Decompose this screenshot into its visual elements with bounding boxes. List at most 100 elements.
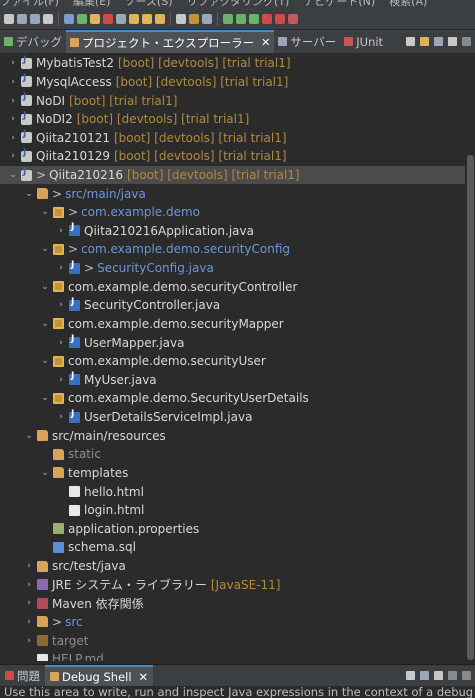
tree-item[interactable]: ⌄ > com.example.demo.securityConfig — [0, 240, 465, 259]
chevron-right-icon[interactable]: › — [8, 114, 18, 124]
chevron-down-icon[interactable]: ⌄ — [40, 244, 50, 254]
chevron-right-icon[interactable]: › — [8, 77, 18, 87]
open-type-icon[interactable] — [176, 13, 186, 24]
resume-icon[interactable] — [77, 13, 87, 24]
chevron-right-icon[interactable]: › — [24, 617, 34, 627]
tree-item[interactable]: › NoDI[boot] [trial trial1] — [0, 91, 465, 110]
chevron-right-icon[interactable]: › — [24, 598, 34, 608]
tree-item[interactable]: ⌄ > src/main/java — [0, 184, 465, 203]
tree-item[interactable]: ⌄ com.example.demo.securityMapper — [0, 315, 465, 334]
view-menu-icon[interactable] — [448, 37, 457, 46]
tree-item[interactable]: › Qiita210129[boot] [devtools] [trial tri… — [0, 147, 465, 166]
tree-item[interactable]: static — [0, 445, 465, 464]
debug-shell-hint[interactable]: Use this area to write, run and inspect … — [4, 686, 475, 698]
tree-item[interactable]: › NoDI2[boot] [devtools] [trial trial1] — [0, 110, 465, 129]
execute-icon[interactable] — [434, 671, 443, 680]
chevron-right-icon[interactable]: › — [56, 300, 66, 310]
external-tools-icon[interactable] — [275, 13, 285, 24]
chevron-right-icon[interactable]: › — [24, 561, 34, 571]
tab-junit[interactable]: JUnit — [340, 30, 387, 53]
tree-item[interactable]: login.html — [0, 501, 465, 520]
tree-item[interactable]: › >SecurityConfig.java — [0, 259, 465, 278]
tab-debug-shell[interactable]: Debug Shell ✕ — [45, 665, 154, 686]
chevron-right-icon[interactable]: › — [8, 58, 18, 68]
step-into-icon[interactable] — [129, 13, 139, 24]
chevron-down-icon[interactable]: ⌄ — [40, 319, 50, 329]
minimize-icon[interactable] — [462, 37, 471, 46]
chevron-down-icon[interactable]: ⌄ — [8, 170, 18, 180]
menu-item[interactable]: ナビゲート(N) — [303, 0, 375, 8]
tree-item[interactable]: › UserDetailsServiceImpl.java — [0, 408, 465, 427]
tab-project-explorer[interactable]: プロジェクト・エクスプローラー ✕ — [66, 30, 275, 53]
clear-icon[interactable] — [448, 671, 457, 680]
project-explorer-tree[interactable]: ›MybatisTest2[boot] [devtools] [trial tr… — [0, 54, 465, 661]
chevron-down-icon[interactable]: ⌄ — [40, 468, 50, 478]
tree-item[interactable]: › MyUser.java — [0, 371, 465, 390]
tree-item[interactable]: › Qiita210121[boot] [devtools] [trial tri… — [0, 128, 465, 147]
disconnect-icon[interactable] — [116, 13, 126, 24]
menu-item[interactable]: リファクタリング(T) — [186, 0, 289, 8]
close-icon[interactable]: ✕ — [261, 36, 270, 49]
tree-item[interactable]: ⌄ >Qiita210216[boot] [devtools] [trial tr… — [0, 165, 465, 185]
menu-item[interactable]: ソース(S) — [124, 0, 172, 8]
print-icon[interactable] — [43, 13, 53, 24]
tree-item[interactable]: › UserMapper.java — [0, 333, 465, 352]
tree-item[interactable]: ⌄ com.example.demo.securityController — [0, 277, 465, 296]
chevron-right-icon[interactable]: › — [8, 96, 18, 106]
terminate-icon[interactable] — [103, 13, 113, 24]
chevron-down-icon[interactable]: ⌄ — [24, 189, 34, 199]
tree-item[interactable]: › > src — [0, 613, 465, 632]
close-icon[interactable]: ✕ — [139, 670, 149, 684]
chevron-right-icon[interactable]: › — [56, 412, 66, 422]
debug-icon[interactable] — [236, 13, 246, 24]
tree-item[interactable]: › Qiita210216Application.java — [0, 222, 465, 241]
chevron-right-icon[interactable]: › — [56, 263, 66, 273]
tree-item[interactable]: ⌄ templates — [0, 464, 465, 483]
chevron-right-icon[interactable]: › — [8, 133, 18, 143]
new-server-icon[interactable] — [288, 13, 298, 24]
run-ant-icon[interactable] — [189, 13, 199, 24]
tree-item[interactable]: ⌄ src/main/resources — [0, 426, 465, 445]
tab-servers[interactable]: サーバー — [274, 30, 340, 53]
menu-item[interactable]: 編集(E) — [73, 0, 111, 8]
filter-icon[interactable] — [434, 37, 443, 46]
chevron-right-icon[interactable]: › — [24, 636, 34, 646]
tree-item[interactable]: schema.sql — [0, 538, 465, 557]
new-icon[interactable] — [4, 13, 14, 24]
chevron-down-icon[interactable]: ⌄ — [40, 282, 50, 292]
minimize-icon[interactable] — [462, 671, 471, 680]
step-return-icon[interactable] — [155, 13, 165, 24]
tree-item[interactable]: › MybatisTest2[boot] [devtools] [trial tr… — [0, 54, 465, 73]
chevron-right-icon[interactable]: › — [8, 151, 18, 161]
tree-item[interactable]: › MysqlAccess[boot] [devtools] [trial tri… — [0, 73, 465, 92]
tree-item[interactable]: hello.html — [0, 482, 465, 501]
tab-debug[interactable]: デバッグ — [0, 30, 66, 53]
tree-item[interactable]: › SecurityController.java — [0, 296, 465, 315]
inspect-icon[interactable] — [406, 671, 415, 680]
save-all-icon[interactable] — [30, 13, 40, 24]
menu-item[interactable]: 検索(A) — [389, 0, 427, 8]
chevron-down-icon[interactable]: ⌄ — [40, 356, 50, 366]
run-icon[interactable] — [249, 13, 259, 24]
tree-item[interactable]: › src/test/java — [0, 557, 465, 576]
tab-problems[interactable]: 問題 — [0, 665, 45, 686]
settings-icon[interactable] — [202, 13, 212, 24]
menu-item[interactable]: ファイル(F) — [0, 0, 59, 8]
tree-item[interactable]: › JRE システム・ライブラリー [JavaSE-11] — [0, 575, 465, 594]
skip-breakpoints-icon[interactable] — [64, 13, 74, 24]
tree-item[interactable]: › target — [0, 631, 465, 650]
chevron-right-icon[interactable]: › — [56, 338, 66, 348]
tree-item[interactable]: ⌄ > com.example.demo — [0, 203, 465, 222]
display-icon[interactable] — [420, 671, 429, 680]
chevron-down-icon[interactable]: ⌄ — [40, 393, 50, 403]
chevron-right-icon[interactable]: › — [24, 580, 34, 590]
chevron-right-icon[interactable]: › — [56, 375, 66, 385]
link-with-editor-icon[interactable] — [420, 37, 429, 46]
chevron-down-icon[interactable]: ⌄ — [24, 431, 34, 441]
tree-item[interactable]: ⌄ com.example.demo.securityUser — [0, 352, 465, 371]
tree-item[interactable]: application.properties — [0, 520, 465, 539]
tree-item[interactable]: HELP.md — [0, 650, 465, 661]
collapse-all-icon[interactable] — [406, 37, 415, 46]
scrollbar-thumb[interactable] — [467, 155, 474, 660]
coverage-icon[interactable] — [223, 13, 233, 24]
